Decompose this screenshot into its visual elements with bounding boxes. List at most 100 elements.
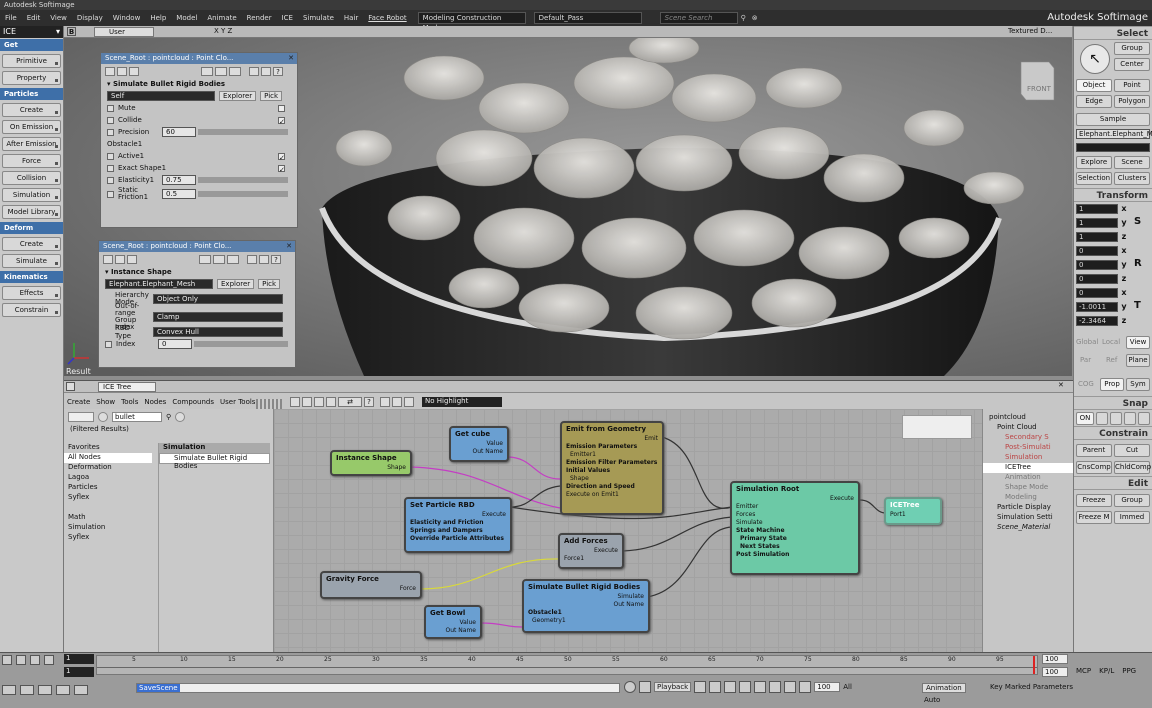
port-forces[interactable]: Forces: [732, 511, 858, 519]
shape-source-field[interactable]: Elephant.Elephant_Mesh: [105, 279, 213, 289]
pick-button[interactable]: Pick: [258, 279, 281, 289]
scale-y-value[interactable]: 1: [1076, 218, 1118, 228]
mute-checkbox[interactable]: [278, 104, 285, 112]
search-icon[interactable]: ⚲: [166, 413, 171, 421]
load-preset-icon[interactable]: [201, 66, 213, 76]
tab-ppg[interactable]: PPG: [1122, 667, 1136, 675]
lock-icon[interactable]: [290, 397, 300, 407]
headphones-icon[interactable]: [799, 681, 812, 693]
construction-mode-select[interactable]: Modeling Construction Mode: [417, 12, 526, 32]
menu-ice[interactable]: ICE: [277, 14, 298, 22]
immed-button[interactable]: Immed: [1114, 511, 1150, 524]
rotate-x-value[interactable]: 0: [1076, 246, 1118, 256]
sim-row-state-machine[interactable]: State Machine: [732, 527, 858, 535]
explorer-item-icetree[interactable]: ICETree: [983, 463, 1073, 473]
explorer-item-shape-mode[interactable]: Shape Mode: [983, 483, 1073, 493]
node-gravity-force[interactable]: Gravity Force Force: [320, 571, 422, 599]
ice-tree-select[interactable]: ICE Tree: [98, 382, 156, 392]
browser-mode-select[interactable]: [68, 412, 94, 422]
save-preset-icon[interactable]: [215, 66, 227, 76]
graph-minimap[interactable]: [902, 415, 972, 439]
keyframe-icon[interactable]: [247, 254, 257, 264]
node-instance-shape[interactable]: Instance Shape Shape: [330, 450, 412, 476]
rotate-label[interactable]: R: [1134, 258, 1142, 269]
rotate-y-value[interactable]: 0: [1076, 260, 1118, 270]
object-button[interactable]: Object: [1076, 79, 1112, 92]
deform-simulate-button[interactable]: Simulate: [2, 254, 61, 268]
after-emission-button[interactable]: After Emission: [2, 137, 61, 151]
constrain-header[interactable]: Constrain: [1074, 426, 1152, 440]
chldcomp-button[interactable]: ChldComp: [1114, 461, 1151, 474]
sim-row-primary-state[interactable]: Primary State: [732, 535, 858, 543]
close-icon[interactable]: ✕: [286, 241, 292, 252]
global-button[interactable]: Global: [1076, 338, 1098, 346]
command-line[interactable]: SaveScene: [136, 683, 620, 693]
node-add-forces[interactable]: Add Forces Execute Force1: [558, 533, 624, 569]
force-button[interactable]: Force: [2, 154, 61, 168]
category-lagoa[interactable]: Lagoa: [64, 473, 152, 483]
port-execute-on-emit[interactable]: Execute on Emit1: [562, 491, 662, 499]
ice-menu-show[interactable]: Show: [93, 398, 118, 406]
plane-button[interactable]: Plane: [1126, 354, 1150, 367]
open-icon[interactable]: [326, 397, 336, 407]
ice-menu-tools[interactable]: Tools: [118, 398, 141, 406]
panel-section-header[interactable]: ▾ Simulate Bullet Rigid Bodies: [101, 78, 297, 90]
deform-create-button[interactable]: Create: [2, 237, 61, 251]
time-icon[interactable]: [380, 397, 390, 407]
port-execute[interactable]: Execute: [732, 495, 858, 503]
edge-button[interactable]: Edge: [1076, 95, 1112, 108]
emit-row-filter[interactable]: Emission Filter Parameters: [562, 459, 662, 467]
panel2-title-bar[interactable]: Scene_Root : pointcloud : Point Clo... ✕: [99, 241, 295, 252]
tab-mcp[interactable]: MCP: [1076, 667, 1091, 675]
edit-header[interactable]: Edit: [1074, 476, 1152, 490]
category-particles[interactable]: Particles: [64, 483, 152, 493]
toolbar-mode-select[interactable]: ICE ▾: [0, 26, 63, 38]
scale-x-label[interactable]: x: [1120, 204, 1128, 213]
collide-checkbox[interactable]: ✓: [278, 116, 285, 126]
view-button[interactable]: View: [1126, 336, 1150, 349]
layout-2-icon[interactable]: [56, 685, 70, 695]
prev-icon[interactable]: [115, 254, 125, 264]
translate-y-value[interactable]: -1.0011: [1076, 302, 1118, 312]
rbd-row-springs[interactable]: Springs and Dampers: [406, 527, 510, 535]
category-syflex-2[interactable]: Syflex: [64, 533, 152, 543]
freeze-m-button[interactable]: Freeze M: [1076, 511, 1112, 524]
rotate-z-label[interactable]: z: [1120, 274, 1128, 283]
bookmark-icon[interactable]: [392, 397, 402, 407]
hierarchy-select[interactable]: Object Only: [153, 294, 283, 304]
snap-point-icon[interactable]: [1110, 412, 1122, 425]
prop-button[interactable]: Prop: [1100, 378, 1124, 391]
cog-button[interactable]: COG: [1078, 380, 1094, 388]
clear-search-icon[interactable]: [175, 412, 186, 422]
search-icon[interactable]: ⚲: [741, 14, 746, 22]
animation-menu[interactable]: Animation: [922, 683, 966, 693]
port-simulate[interactable]: Simulate: [524, 593, 648, 601]
emit-row-direction[interactable]: Direction and Speed: [562, 483, 662, 491]
menu-hair[interactable]: Hair: [339, 14, 363, 22]
animation-icon[interactable]: [261, 66, 271, 76]
property-button[interactable]: Property: [2, 71, 61, 85]
node-set-particle-rbd[interactable]: Set Particle RBD Execute Elasticity and …: [404, 497, 512, 553]
move-tool-icon[interactable]: [2, 655, 12, 665]
explorer-item-animation[interactable]: Animation: [983, 473, 1073, 483]
clear-icon[interactable]: [314, 397, 324, 407]
explorer-item-modeling[interactable]: Modeling: [983, 493, 1073, 503]
lock-icon[interactable]: [103, 254, 113, 264]
precision-anim-icon[interactable]: [107, 128, 114, 136]
playback-end-field[interactable]: 100: [814, 682, 841, 692]
translate-y-label[interactable]: y: [1120, 302, 1128, 311]
explorer-item-post-sim[interactable]: Post-Simulati: [983, 443, 1073, 453]
port-execute[interactable]: Execute: [406, 511, 510, 519]
viewport-letter[interactable]: B: [67, 27, 76, 36]
polygon-button[interactable]: Polygon: [1114, 95, 1150, 108]
port-execute[interactable]: Execute: [560, 547, 622, 555]
preset-strip[interactable]: [256, 399, 282, 409]
rotate-z-value[interactable]: 0: [1076, 274, 1118, 284]
pick-button[interactable]: Pick: [260, 91, 283, 101]
port-force1[interactable]: Force1: [560, 555, 622, 563]
snap-header[interactable]: Snap: [1074, 396, 1152, 410]
port-value[interactable]: Value: [426, 619, 480, 627]
rotate-y-label[interactable]: y: [1120, 260, 1128, 269]
center-button[interactable]: Center: [1114, 58, 1150, 71]
node-graph[interactable]: Get cube Value Out Name Instance Shape S…: [274, 409, 982, 653]
